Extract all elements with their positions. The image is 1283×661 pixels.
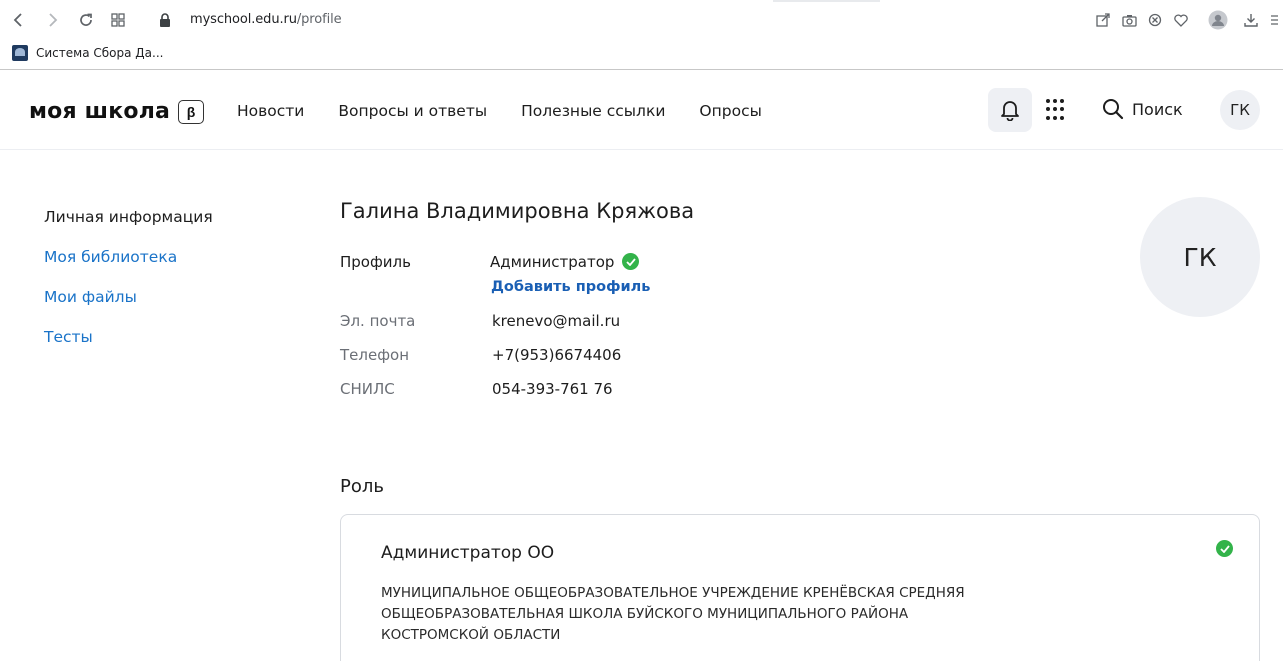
menu-item-library[interactable]: Моя библиотека xyxy=(44,247,213,287)
beta-badge: β xyxy=(178,99,205,124)
apps-grid-icon[interactable] xyxy=(1046,99,1068,121)
back-arrow-icon xyxy=(13,13,22,27)
tab-grid-button[interactable] xyxy=(108,10,128,30)
url-path: /profile xyxy=(296,12,342,27)
email-label: Эл. почта xyxy=(340,312,416,330)
site-header: моя школа β Новости Вопросы и ответы Пол… xyxy=(0,71,1283,150)
menu-item-tests[interactable]: Тесты xyxy=(44,327,213,367)
download-icon[interactable] xyxy=(1241,10,1261,30)
bookmark-favicon-icon xyxy=(12,45,28,61)
menu-item-personal-info[interactable]: Личная информация xyxy=(44,207,213,247)
browser-toolbar: myschool.edu.ru/profile xyxy=(0,0,1283,40)
bookmark-label: Система Сбора Да... xyxy=(36,46,164,60)
profile-avatar[interactable]: ГК xyxy=(1140,197,1260,317)
reload-button[interactable] xyxy=(76,10,96,30)
camera-icon[interactable] xyxy=(1119,10,1139,30)
back-button[interactable] xyxy=(9,10,29,30)
profile-label: Профиль xyxy=(340,253,411,271)
user-profile-icon[interactable] xyxy=(1208,10,1228,30)
profile-side-menu: Личная информация Моя библиотека Мои фай… xyxy=(44,207,213,367)
role-section-title: Роль xyxy=(340,476,384,497)
address-bar[interactable]: myschool.edu.ru/profile xyxy=(190,12,342,27)
nav-item-news[interactable]: Новости xyxy=(237,102,304,120)
reload-icon xyxy=(80,13,92,26)
site-logo[interactable]: моя школа β xyxy=(29,99,205,124)
search-button[interactable]: Поиск xyxy=(1102,98,1183,120)
nav-item-polls[interactable]: Опросы xyxy=(699,102,761,120)
bookmarks-bar: Система Сбора Да... xyxy=(0,40,1283,70)
add-profile-link[interactable]: Добавить профиль xyxy=(491,279,650,295)
share-icon[interactable] xyxy=(1093,10,1113,30)
snils-value: 054-393-761 76 xyxy=(492,380,613,398)
role-active-check-icon xyxy=(1216,540,1233,559)
nav-item-links[interactable]: Полезные ссылки xyxy=(521,102,665,120)
profile-role-text: Администратор xyxy=(490,253,615,271)
header-avatar[interactable]: ГК xyxy=(1220,90,1260,130)
menu-item-files[interactable]: Мои файлы xyxy=(44,287,213,327)
profile-name: Галина Владимировна Кряжова xyxy=(340,199,695,223)
phone-value: +7(953)6674406 xyxy=(492,346,622,364)
url-host: myschool.edu.ru xyxy=(190,12,297,27)
grid-icon xyxy=(111,13,125,27)
phone-label: Телефон xyxy=(340,346,410,364)
role-card-title: Администратор ОО xyxy=(381,543,555,563)
profile-value: Администратор xyxy=(490,253,640,271)
logo-text: моя школа xyxy=(29,99,171,124)
main-nav: Новости Вопросы и ответы Полезные ссылки… xyxy=(237,102,762,120)
verified-check-icon xyxy=(622,253,640,270)
bookmark-item[interactable]: Система Сбора Да... xyxy=(12,45,163,61)
email-value: krenevo@mail.ru xyxy=(492,312,621,330)
lock-icon[interactable] xyxy=(155,10,175,30)
bell-icon xyxy=(1001,101,1019,121)
role-card[interactable]: Администратор ОО МУНИЦИПАЛЬНОЕ ОБЩЕОБРАЗ… xyxy=(340,514,1260,661)
notifications-button[interactable] xyxy=(988,88,1032,132)
forward-button[interactable] xyxy=(42,10,62,30)
tab-strip-edge xyxy=(773,0,880,2)
shield-icon[interactable] xyxy=(1145,10,1165,30)
search-icon xyxy=(1103,99,1124,120)
search-label: Поиск xyxy=(1132,99,1183,119)
forward-arrow-icon xyxy=(49,13,58,27)
heart-icon[interactable] xyxy=(1171,10,1191,30)
nav-item-faq[interactable]: Вопросы и ответы xyxy=(338,102,487,120)
role-organization-name: МУНИЦИПАЛЬНОЕ ОБЩЕОБРАЗОВАТЕЛЬНОЕ УЧРЕЖД… xyxy=(381,585,965,643)
snils-label: СНИЛС xyxy=(340,380,395,398)
menu-icon[interactable] xyxy=(1268,10,1283,30)
